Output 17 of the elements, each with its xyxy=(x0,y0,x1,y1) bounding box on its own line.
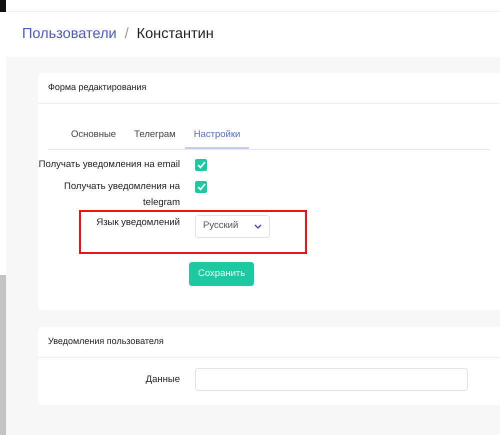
checkbox[interactable] xyxy=(195,181,207,194)
data-input-field[interactable] xyxy=(195,368,468,392)
field-label: Получать уведомления на email xyxy=(38,158,180,172)
tab[interactable]: Телеграм xyxy=(125,124,185,150)
card-title: Форма редактирования xyxy=(48,81,146,94)
field-label: Язык уведомлений xyxy=(95,216,180,230)
breadcrumb-separator: / xyxy=(124,24,129,44)
language-select[interactable]: Русский xyxy=(195,214,270,238)
chevron-down-icon xyxy=(254,224,262,229)
breadcrumb-link[interactable]: Пользователи xyxy=(22,24,117,46)
field-label: Получать уведомления на telegram xyxy=(63,180,180,210)
card-title: Уведомления пользователя xyxy=(48,335,164,348)
tab[interactable]: Настройки xyxy=(184,124,250,150)
checkbox[interactable] xyxy=(195,159,207,172)
field-label: Данные xyxy=(144,372,180,387)
tab[interactable]: Основные xyxy=(62,124,126,150)
breadcrumb-current: Константин xyxy=(136,24,214,44)
